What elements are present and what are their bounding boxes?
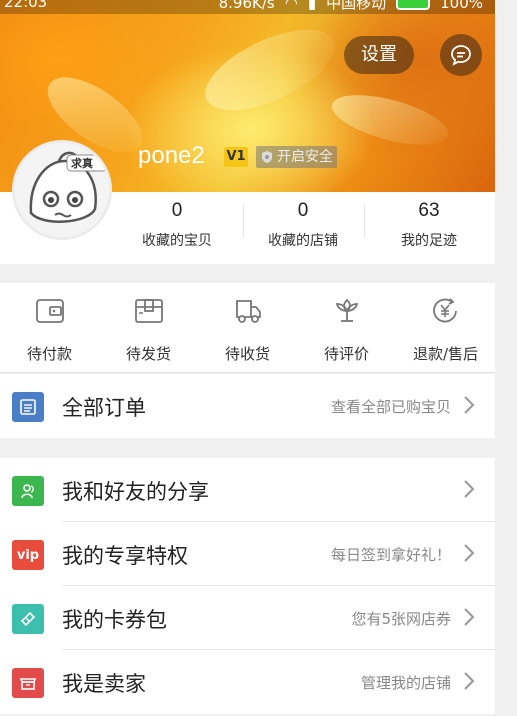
stat-favorite-items[interactable]: 0 收藏的宝贝 <box>116 192 238 250</box>
username[interactable]: pone2 <box>138 142 205 170</box>
chevron-right-icon <box>464 608 475 626</box>
row-hint: 您有5张网店券 <box>351 610 451 628</box>
coupon-icon <box>12 604 44 634</box>
messages-button[interactable] <box>440 34 482 76</box>
enable-safety-badge[interactable]: 开启安全 <box>256 146 337 168</box>
order-tab-label: 待付款 <box>26 345 72 363</box>
chevron-right-icon <box>464 480 475 498</box>
order-tab-label: 退款/售后 <box>412 345 479 363</box>
avatar-tag-text: 求真 <box>71 156 93 170</box>
stat-label: 收藏的宝贝 <box>142 233 212 249</box>
avatar[interactable]: 求真 <box>12 140 112 240</box>
stat-label: 收藏的店铺 <box>268 233 338 249</box>
status-bar: 22:03 8.96K/s ◠ ▮ 中国移动 100% <box>0 0 495 14</box>
stat-value: 63 <box>418 200 440 221</box>
row-title: 我和好友的分享 <box>62 480 209 504</box>
avatar-cartoon-icon: 求真 <box>15 143 109 237</box>
flower-icon <box>335 298 358 322</box>
settings-button[interactable]: 设置 <box>344 36 414 74</box>
shield-icon <box>262 151 272 163</box>
row-title: 我是卖家 <box>62 672 146 696</box>
vip-icon: vip <box>12 540 44 570</box>
order-tab-label: 待收货 <box>224 345 270 363</box>
row-title: 我的专享特权 <box>62 544 188 568</box>
divider <box>364 204 365 238</box>
order-status-tabs: 待付款 待发货 待收货 待评价 退款/售后 <box>0 283 495 373</box>
order-tab-label: 待发货 <box>125 345 171 363</box>
menu-row-seller[interactable]: 我是卖家 管理我的店铺 <box>0 650 495 714</box>
signal-icon: ▮ <box>307 0 317 12</box>
order-tab-to-review[interactable]: 待评价 <box>297 295 396 364</box>
stat-value: 0 <box>171 200 183 221</box>
stat-favorite-shops[interactable]: 0 收藏的店铺 <box>242 192 364 250</box>
wifi-icon: ◠ <box>284 0 298 12</box>
menu-row-coupons[interactable]: 我的卡券包 您有5张网店券 <box>0 586 495 650</box>
stat-label: 我的足迹 <box>401 233 457 249</box>
share-friends-icon <box>12 476 44 506</box>
chevron-right-icon <box>464 672 475 690</box>
row-hint: 查看全部已购宝贝 <box>330 398 451 416</box>
chevron-right-icon <box>464 396 475 414</box>
safety-label: 开启安全 <box>277 149 333 165</box>
carrier-name: 中国移动 <box>326 0 387 12</box>
refund-icon <box>432 298 457 323</box>
order-tab-to-ship[interactable]: 待发货 <box>99 295 198 364</box>
vip-level-badge[interactable]: V1 <box>224 147 248 167</box>
truck-icon <box>235 300 261 323</box>
battery-percent: 100% <box>440 0 483 12</box>
row-hint: 管理我的店铺 <box>360 674 451 692</box>
order-tab-label: 待评价 <box>323 345 369 363</box>
order-tab-refund[interactable]: 退款/售后 <box>396 295 495 364</box>
all-orders-row[interactable]: 全部订单 查看全部已购宝贝 <box>0 374 495 438</box>
order-tab-pending-payment[interactable]: 待付款 <box>0 295 99 364</box>
row-hint: 每日签到拿好礼！ <box>330 546 451 564</box>
chat-bubble-icon <box>451 45 471 66</box>
stat-footprints[interactable]: 63 我的足迹 <box>368 192 490 250</box>
wallet-icon <box>35 299 64 323</box>
order-tab-to-receive[interactable]: 待收货 <box>198 295 297 364</box>
network-speed: 8.96K/s <box>218 0 275 12</box>
shop-icon <box>12 668 44 698</box>
package-icon <box>134 299 163 323</box>
battery-icon <box>396 0 431 10</box>
row-title: 全部订单 <box>62 396 146 420</box>
stat-value: 0 <box>297 200 309 221</box>
profile-screen: 22:03 8.96K/s ◠ ▮ 中国移动 100% 设置 pone2 V1 <box>0 0 495 716</box>
chevron-right-icon <box>464 544 475 562</box>
row-title: 我的卡券包 <box>62 608 167 632</box>
status-time: 22:03 <box>4 0 48 11</box>
menu-row-friends-share[interactable]: 我和好友的分享 <box>0 458 495 522</box>
menu-row-exclusive-privileges[interactable]: vip 我的专享特权 每日签到拿好礼！ <box>0 522 495 586</box>
order-list-icon <box>12 392 44 422</box>
